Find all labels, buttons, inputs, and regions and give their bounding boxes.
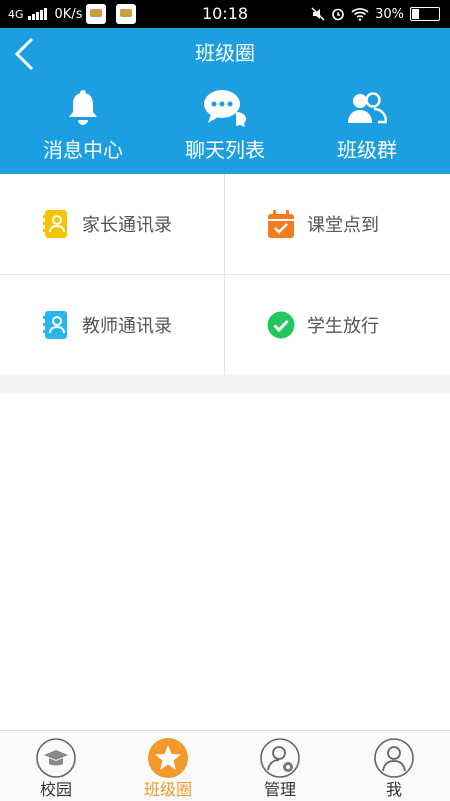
chat-bubbles-icon [204,90,246,127]
bottom-tab-bar: 校园 班级圈 管理 我 [0,730,450,801]
mute-icon [311,7,325,21]
teacher-contacts-icon [43,311,67,339]
tab-manage[interactable]: 管理 [224,731,336,801]
group-icon [348,92,387,124]
menu-teacher-contacts[interactable]: 教师通讯录 [0,275,224,375]
admin-user-icon [260,738,300,778]
parent-contacts-icon [43,210,67,238]
function-grid: 家长通讯录 课堂点到 教师通讯录 学生放行 [0,174,450,375]
tab-class-circle[interactable]: 班级圈 [112,731,224,801]
tab-label: 管理 [263,780,296,799]
tab-label: 校园 [39,780,72,799]
grid-divider [0,274,450,275]
battery-icon [410,7,440,21]
tab-me[interactable]: 我 [338,731,450,801]
quick-action-label: 聊天列表 [185,138,265,162]
menu-label: 课堂点到 [307,215,379,236]
status-right: 30% [311,0,440,28]
check-circle-icon [267,311,295,339]
calendar-check-icon [268,210,294,238]
menu-label: 教师通讯录 [82,316,172,337]
battery-fill [412,9,419,19]
menu-student-release[interactable]: 学生放行 [225,275,449,375]
alarm-icon [332,8,344,21]
tab-label: 班级圈 [143,780,192,799]
header: 班级圈 消息中心 聊天列表 班级群 [0,28,450,174]
status-bar: 4G 0K/s 10:18 30% [0,0,450,28]
quick-action-chat-list[interactable]: 聊天列表 [150,86,300,172]
section-separator [0,375,450,393]
quick-action-label: 班级群 [337,138,397,162]
star-icon [148,738,188,778]
user-icon [374,738,414,778]
quick-action-class-group[interactable]: 班级群 [292,86,442,172]
menu-label: 家长通讯录 [82,215,172,236]
tab-label: 我 [385,780,402,799]
page-title: 班级圈 [195,41,255,65]
menu-label: 学生放行 [307,316,379,337]
menu-class-attendance[interactable]: 课堂点到 [225,174,449,274]
bell-icon [69,90,97,125]
tab-campus[interactable]: 校园 [0,731,112,801]
quick-action-label: 消息中心 [43,138,123,162]
battery-percent: 30% [375,6,404,22]
graduation-cap-icon [36,738,76,778]
menu-parent-contacts[interactable]: 家长通讯录 [0,174,224,274]
quick-action-message-center[interactable]: 消息中心 [8,86,158,172]
wifi-icon [351,8,369,21]
